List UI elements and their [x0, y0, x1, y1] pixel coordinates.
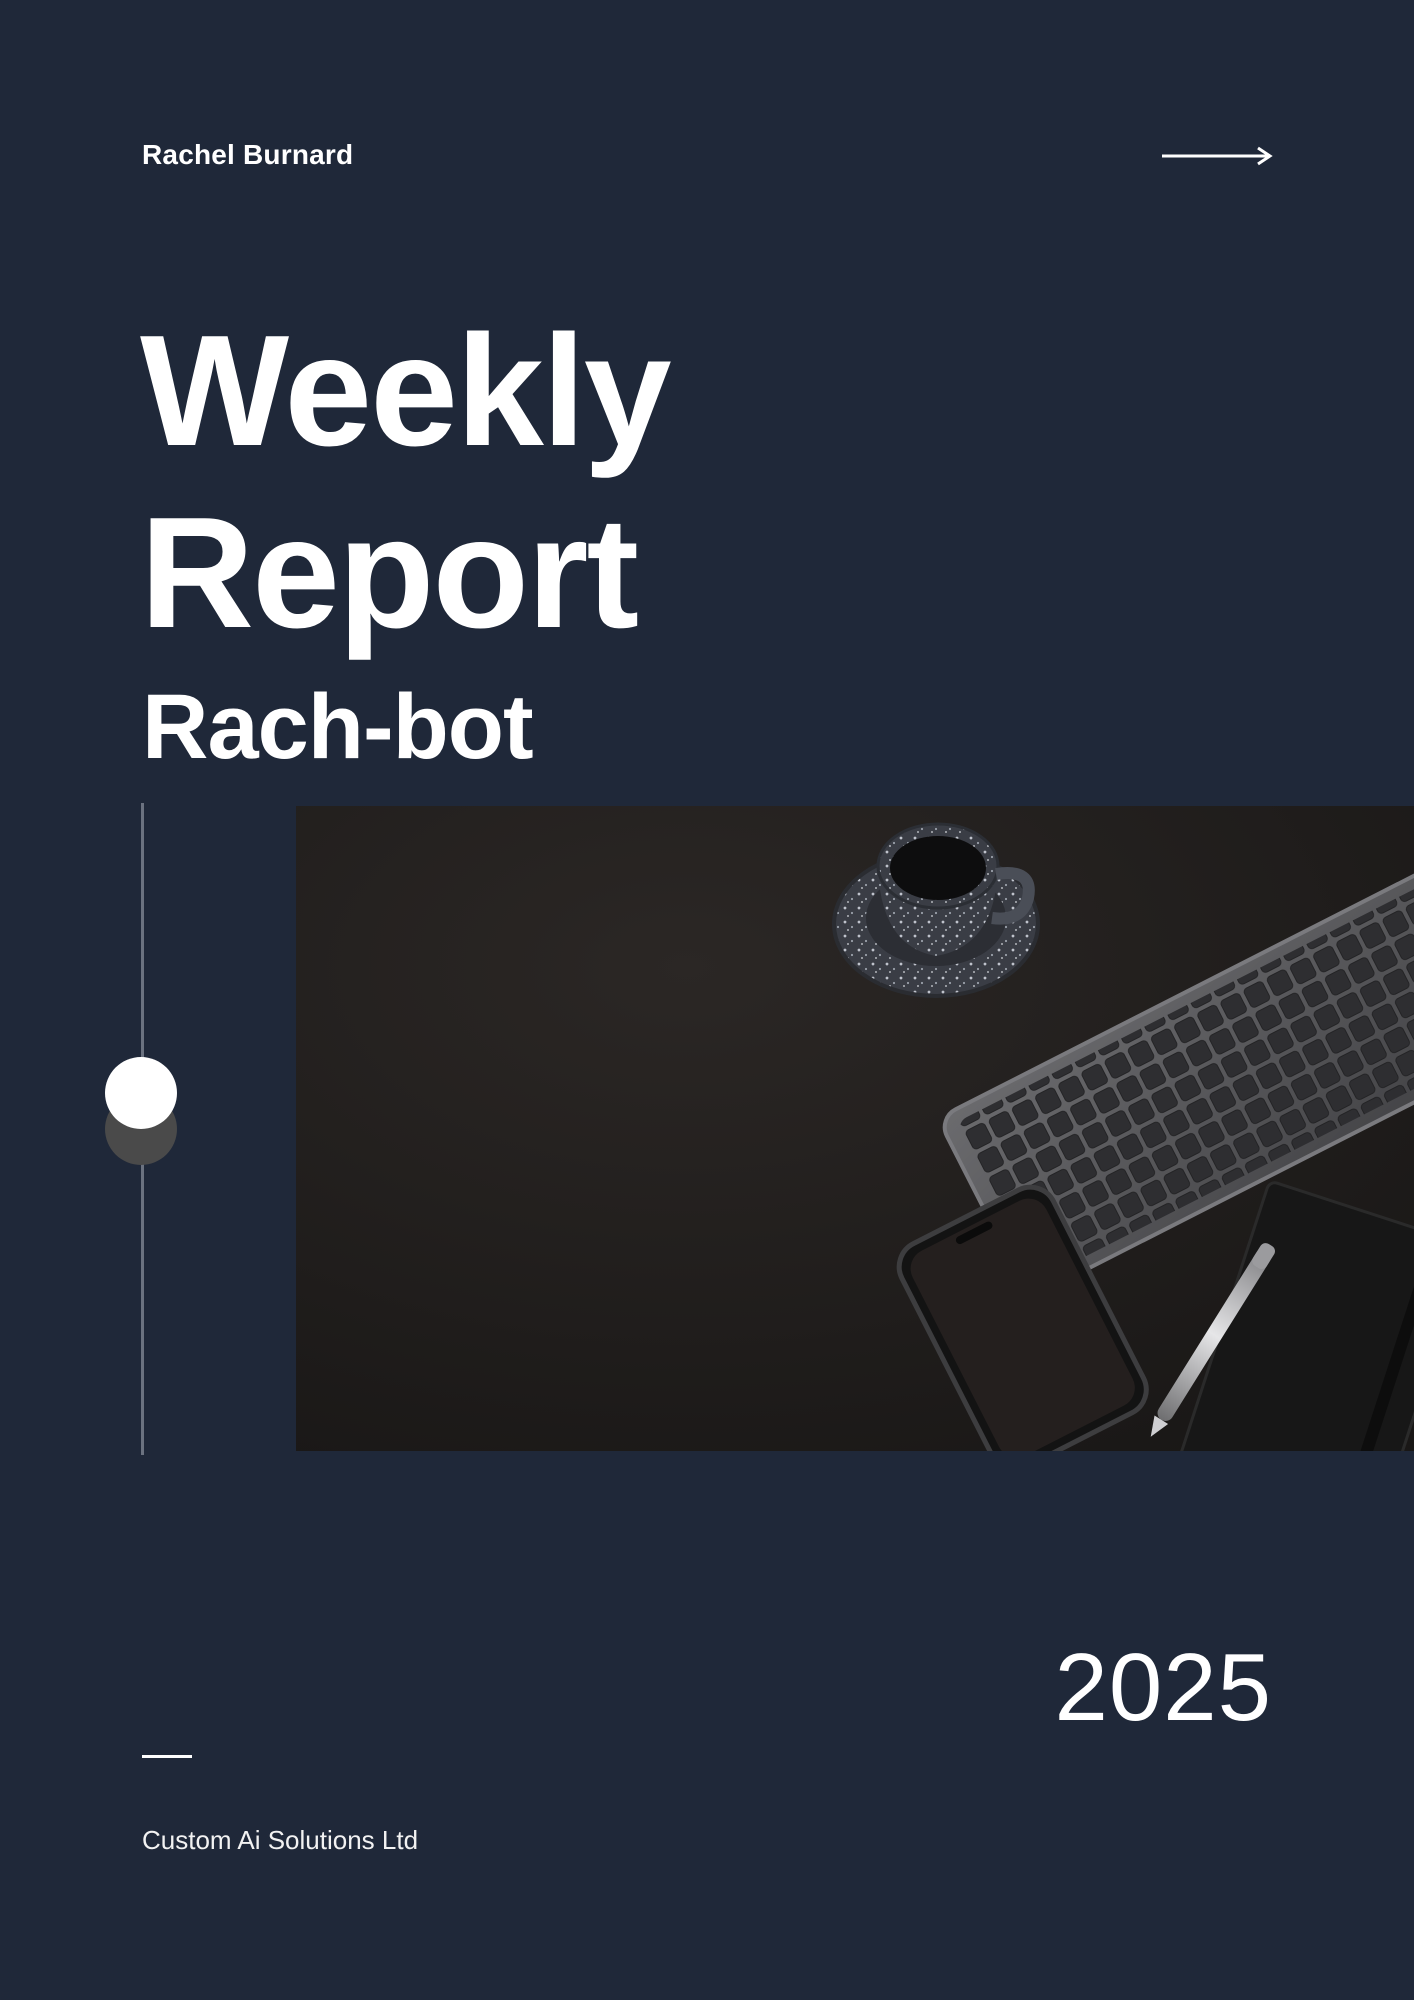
- report-subtitle: Rach-bot: [142, 676, 534, 778]
- arrow-right-icon: [1162, 146, 1273, 166]
- title-line-2: Report: [140, 485, 639, 661]
- company-name: Custom Ai Solutions Ltd: [142, 1825, 419, 1855]
- title-line-1: Weekly: [140, 303, 672, 479]
- footer-divider: [142, 1755, 192, 1758]
- report-title: Weekly Report: [140, 300, 672, 664]
- timeline-dot: [105, 1057, 177, 1129]
- report-year: 2025: [1054, 1634, 1272, 1741]
- desk-photo: [296, 806, 1414, 1451]
- author-name: Rachel Burnard: [142, 139, 354, 170]
